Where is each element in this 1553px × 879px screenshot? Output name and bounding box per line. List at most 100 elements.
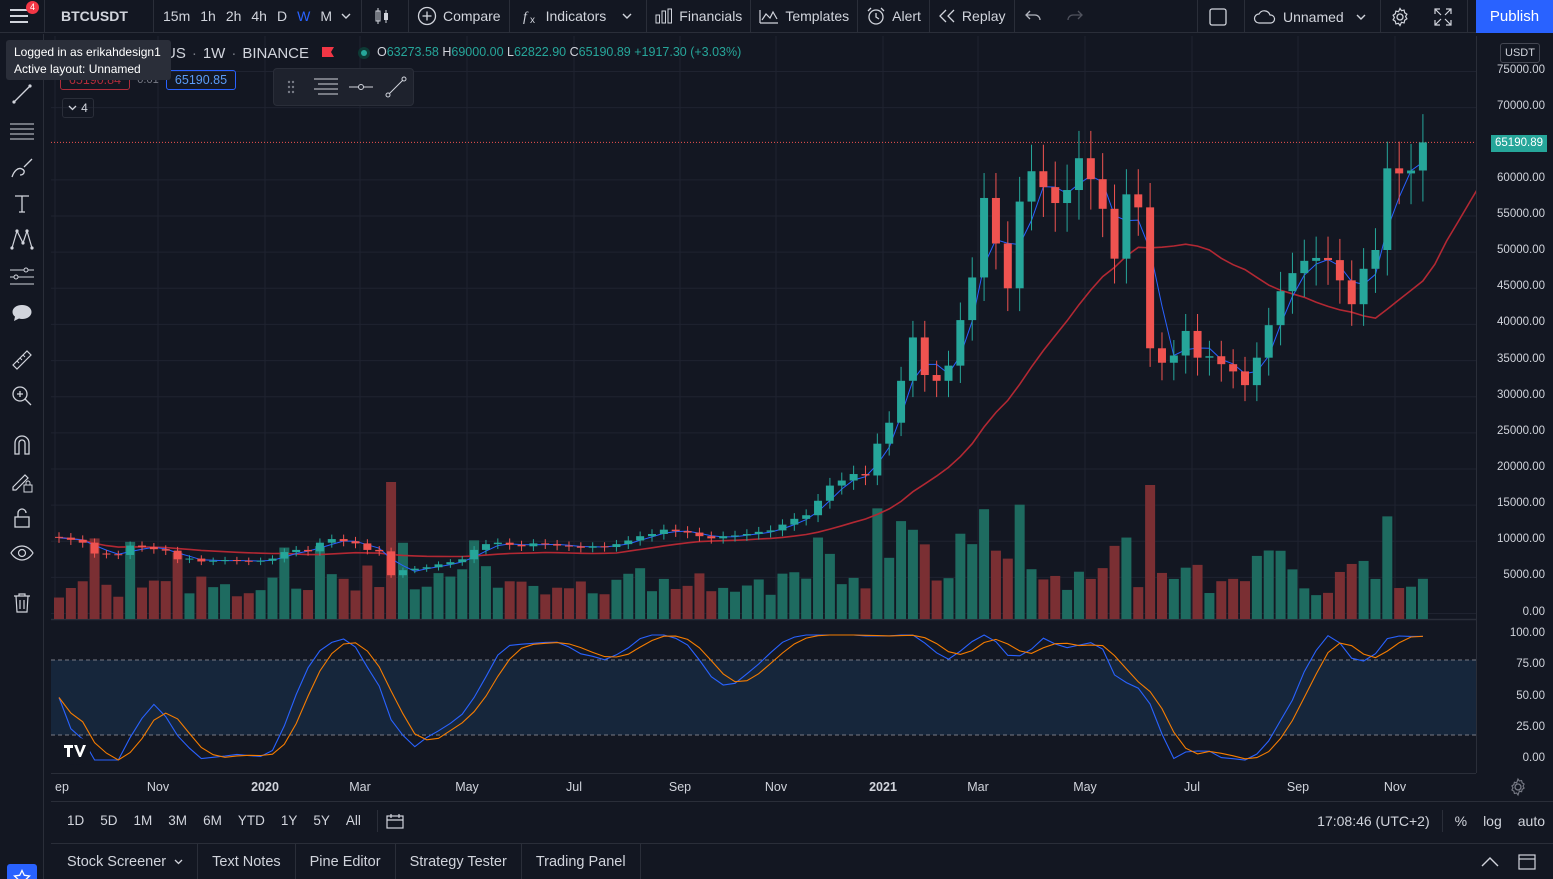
range-6m[interactable]: 6M xyxy=(195,813,230,828)
settings-button[interactable] xyxy=(1381,0,1425,33)
goto-date-icon[interactable] xyxy=(386,813,404,829)
trend-line-tool[interactable] xyxy=(10,82,34,106)
layout-name-button[interactable]: Unnamed xyxy=(1245,0,1380,33)
indicators-button[interactable]: fx Indicators xyxy=(510,0,647,33)
volume-bar xyxy=(184,593,195,619)
chevron-down-icon[interactable] xyxy=(1356,14,1366,20)
favorites-button[interactable] xyxy=(7,864,37,879)
volume-bar xyxy=(1370,578,1381,619)
interval-1h[interactable]: 1h xyxy=(195,8,221,24)
magnet-tool[interactable] xyxy=(10,433,34,457)
alert-button[interactable]: Alert xyxy=(858,0,929,33)
interval-15m[interactable]: 15m xyxy=(158,8,195,24)
range-3m[interactable]: 3M xyxy=(160,813,195,828)
select-layout-button[interactable] xyxy=(1198,0,1244,33)
tab-strategy-tester[interactable]: Strategy Tester xyxy=(396,843,522,879)
candle-body xyxy=(529,543,538,547)
fib-levels-button[interactable] xyxy=(309,68,344,106)
fib-tool[interactable] xyxy=(10,119,34,143)
zoom-tool[interactable] xyxy=(10,384,34,408)
chart-canvas[interactable] xyxy=(51,36,1476,773)
tradingview-logo[interactable] xyxy=(60,737,90,765)
percent-scale-toggle[interactable]: % xyxy=(1447,813,1475,829)
range-1d[interactable]: 1D xyxy=(59,813,92,828)
tab-trading-panel[interactable]: Trading Panel xyxy=(522,843,641,879)
volume-bar xyxy=(1050,575,1061,619)
auto-scale-toggle[interactable]: auto xyxy=(1510,813,1553,829)
buy-button[interactable]: 65190.85 xyxy=(166,70,236,90)
price-axis-label: 25000.00 xyxy=(1497,424,1545,437)
prediction-tool[interactable] xyxy=(10,265,34,289)
fullscreen-button[interactable] xyxy=(1425,0,1467,33)
stay-in-drawing-mode[interactable] xyxy=(10,470,34,494)
remove-drawings[interactable] xyxy=(10,591,34,615)
volume-bar xyxy=(872,508,883,619)
clock-timezone[interactable]: 17:08:46 (UTC+2) xyxy=(1309,813,1437,829)
candle-body xyxy=(576,546,585,548)
tab-pine-editor[interactable]: Pine Editor xyxy=(296,843,396,879)
tab-text-notes[interactable]: Text Notes xyxy=(198,843,296,879)
chevron-up-icon[interactable] xyxy=(1481,857,1499,867)
price-axis-label: 50000.00 xyxy=(1497,244,1545,257)
publish-button[interactable]: Publish xyxy=(1476,0,1553,33)
volume-bar xyxy=(1204,593,1215,619)
candle-body xyxy=(1015,201,1024,289)
maximize-panel-icon[interactable] xyxy=(1518,854,1536,870)
range-1m[interactable]: 1M xyxy=(126,813,161,828)
interval-4h[interactable]: 4h xyxy=(246,8,272,24)
range-5y[interactable]: 5Y xyxy=(305,813,338,828)
range-all[interactable]: All xyxy=(338,813,369,828)
candle-body xyxy=(1335,260,1344,281)
volume-bar xyxy=(338,578,349,619)
candle-body xyxy=(802,515,811,519)
volume-bar xyxy=(1311,595,1322,619)
pattern-tool[interactable] xyxy=(10,227,34,251)
text-tool[interactable] xyxy=(10,192,34,216)
interval-w[interactable]: W xyxy=(292,8,315,24)
interval-m[interactable]: M xyxy=(315,8,337,24)
candle-body xyxy=(1324,257,1333,261)
main-menu-button[interactable]: 4 xyxy=(0,0,44,33)
symbol-legend[interactable]: rUS · 1W · BINANCE xyxy=(160,43,371,63)
flag-icon[interactable] xyxy=(321,46,335,60)
range-5d[interactable]: 5D xyxy=(92,813,125,828)
candle-body xyxy=(553,544,562,546)
volume-bar xyxy=(635,568,646,619)
range-ytd[interactable]: YTD xyxy=(230,813,273,828)
trend-line-button[interactable] xyxy=(378,68,413,106)
tab-stock-screener[interactable]: Stock Screener xyxy=(51,843,199,879)
chart-type-button[interactable] xyxy=(362,0,408,33)
volume-bar xyxy=(1228,578,1239,619)
symbol-search-button[interactable]: BTCUSDT xyxy=(45,0,153,33)
financials-button[interactable]: Financials xyxy=(647,0,750,33)
redo-button[interactable] xyxy=(1057,0,1099,33)
brush-tool[interactable] xyxy=(10,156,34,180)
log-scale-toggle[interactable]: log xyxy=(1475,813,1510,829)
trend-line-icon xyxy=(385,76,407,98)
chevron-down-icon[interactable] xyxy=(622,13,632,19)
indicators-collapse-toggle[interactable]: 4 xyxy=(62,98,94,118)
candlesticks xyxy=(55,114,1427,578)
lock-drawings[interactable] xyxy=(10,506,34,530)
undo-button[interactable] xyxy=(1015,0,1057,33)
brush-icon xyxy=(11,158,33,178)
candle-body xyxy=(648,534,656,537)
horizontal-ray-button[interactable] xyxy=(344,68,379,106)
volume-bar xyxy=(1299,588,1310,619)
time-axis[interactable]: ep Nov 2020 Mar May Jul Sep Nov 2021 Mar May Jul Sep… xyxy=(51,773,1476,800)
replay-button[interactable]: Replay xyxy=(930,0,1014,33)
currency-badge[interactable]: USDT xyxy=(1500,43,1540,63)
range-1y[interactable]: 1Y xyxy=(273,813,306,828)
volume-bar xyxy=(741,585,752,619)
comment-tool[interactable] xyxy=(10,301,34,325)
price-axis-label: 60000.00 xyxy=(1497,171,1545,184)
gear-icon[interactable] xyxy=(1508,777,1528,797)
compare-button[interactable]: Compare xyxy=(409,0,509,33)
interval-2h[interactable]: 2h xyxy=(221,8,247,24)
interval-d[interactable]: D xyxy=(272,8,292,24)
measure-tool[interactable] xyxy=(10,348,34,372)
hide-drawings[interactable] xyxy=(10,541,34,565)
drag-handle[interactable] xyxy=(274,68,309,106)
chevron-down-icon[interactable] xyxy=(341,13,351,19)
templates-button[interactable]: Templates xyxy=(751,0,857,33)
